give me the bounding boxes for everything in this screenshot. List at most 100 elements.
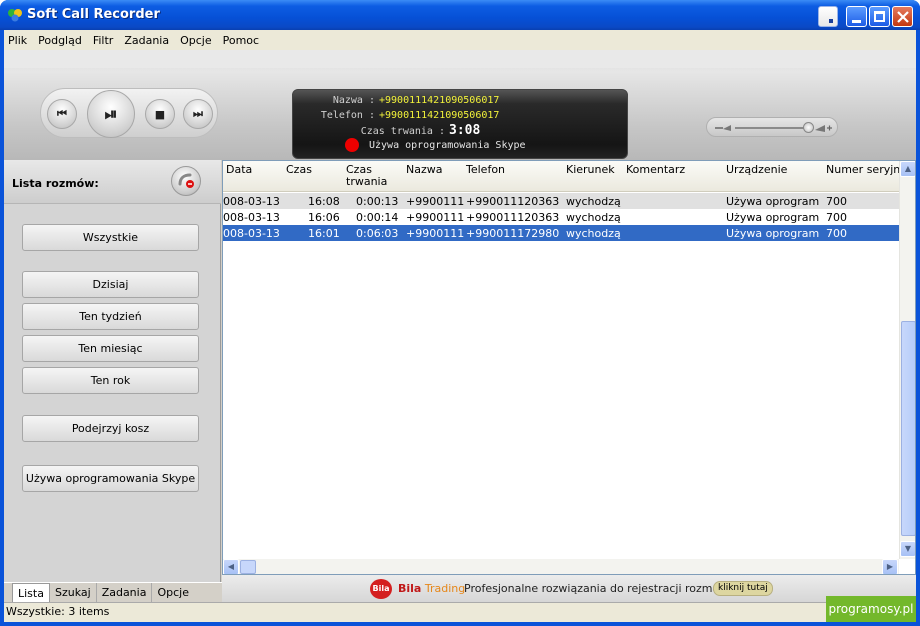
display-phone-value: +99001114210905060​17 — [379, 110, 500, 121]
scroll-right-icon: ▶ — [886, 562, 894, 571]
scroll-up-icon: ▲ — [904, 164, 912, 173]
call-list-panel: Lista rozmów: Wszystkie Dzisiaj Ten tydz… — [4, 160, 221, 604]
title-bar[interactable]: Soft Call Recorder — [0, 0, 920, 30]
filter-month-button[interactable]: Ten miesiąc — [22, 335, 199, 362]
next-icon: ⏭ — [193, 107, 203, 120]
vertical-scrollbar[interactable]: ▲ ▼ — [899, 161, 915, 559]
play-pause-button[interactable]: ⏯ — [87, 90, 135, 138]
filter-year-button[interactable]: Ten rok — [22, 367, 199, 394]
display-phone-row: Telefon : +99001114210905060​17 — [313, 110, 500, 121]
call-info-display: Nazwa : +99001114210905060​17 Telefon : +9… — [292, 89, 628, 159]
close-icon — [897, 11, 909, 23]
cell-phone: +990011120363 — [466, 195, 560, 208]
cell-time: 16:08 — [308, 195, 340, 208]
cell-serial: 700 — [826, 227, 847, 240]
app-logo-icon — [8, 9, 22, 22]
promo-brand-a: Bila — [398, 582, 422, 595]
scroll-down-icon: ▼ — [904, 544, 912, 553]
client-area: Plik Podgląd Filtr Zadania Opcje Pomoc ⏮… — [4, 30, 916, 622]
promo-link-button[interactable]: kliknij tutaj — [713, 581, 773, 596]
column-header-comment[interactable]: Komentarz — [626, 164, 685, 176]
table-row-selected[interactable]: 008-03-13 16:01 0:06:03 +9900111 +990011… — [223, 225, 899, 241]
scroll-up-button[interactable]: ▲ — [900, 161, 915, 177]
horizontal-scroll-thumb[interactable] — [240, 560, 256, 574]
cell-time: 16:01 — [308, 227, 340, 240]
display-name-row: Nazwa : +99001114210905060​17 — [313, 95, 500, 106]
maximize-icon — [874, 11, 885, 22]
cell-direction: wychodzą — [566, 211, 621, 224]
vertical-scroll-thumb[interactable] — [901, 321, 915, 536]
promo-banner: Bila Bila Trading Profesjonalne rozwiąza… — [222, 575, 916, 602]
tab-szukaj[interactable]: Szukaj — [50, 582, 97, 603]
volume-control[interactable] — [706, 117, 838, 137]
cell-time: 16:06 — [308, 211, 340, 224]
help-icon — [829, 19, 833, 23]
menu-filtr[interactable]: Filtr — [93, 34, 113, 47]
cell-date: 008-03-13 — [223, 227, 280, 240]
horizontal-scrollbar[interactable]: ◀ ▶ — [223, 559, 899, 574]
cell-phone: +990011120363 — [466, 211, 560, 224]
volume-slider-thumb[interactable] — [803, 122, 814, 133]
status-bar: Wszystkie: 3 items — [4, 602, 916, 622]
help-button[interactable] — [818, 6, 838, 27]
display-name-value: +99001114210905060​17 — [379, 95, 500, 106]
menu-podglad[interactable]: Podgląd — [38, 34, 82, 47]
tab-opcje[interactable]: Opcje — [152, 583, 194, 603]
volume-track — [735, 127, 811, 129]
menu-plik[interactable]: Plik — [8, 34, 27, 47]
display-status: Używa oprogramowania Skype — [369, 140, 526, 151]
display-duration-label: Czas trwania : — [360, 126, 445, 137]
column-header-date[interactable]: Data — [226, 164, 252, 176]
window-title: Soft Call Recorder — [27, 7, 160, 22]
column-header-phone[interactable]: Telefon — [466, 164, 505, 176]
play-pause-icon: ⏯ — [104, 104, 118, 123]
minimize-button[interactable] — [846, 6, 867, 27]
filter-today-button[interactable]: Dzisiaj — [22, 271, 199, 298]
display-phone-label: Telefon : — [320, 110, 375, 121]
menu-bar: Plik Podgląd Filtr Zadania Opcje Pomoc — [4, 30, 916, 50]
cell-duration: 0:06:03 — [356, 227, 399, 240]
cell-device: Używa oprogram — [726, 227, 820, 240]
menu-zadania[interactable]: Zadania — [124, 34, 169, 47]
tab-lista[interactable]: Lista — [12, 582, 50, 603]
watermark: programosy.pl — [826, 596, 916, 622]
table-row[interactable]: 008-03-13 16:06 0:00:14 +9900111 +990011… — [223, 209, 899, 225]
scroll-down-button[interactable]: ▼ — [900, 541, 915, 557]
cell-date: 008-03-13 — [223, 195, 280, 208]
record-indicator-icon — [345, 138, 359, 152]
table-row[interactable]: 008-03-13 16:08 0:00:13 +9900111 +990011… — [223, 193, 899, 209]
menu-pomoc[interactable]: Pomoc — [223, 34, 259, 47]
previous-icon: ⏮ — [57, 107, 67, 120]
column-header-direction[interactable]: Kierunek — [566, 164, 615, 176]
menu-opcje[interactable]: Opcje — [180, 34, 212, 47]
column-header-serial[interactable]: Numer seryjny — [826, 164, 907, 176]
player-toolbar: ⏮ ⏯ ■ ⏭ Nazwa : +99001114210905060​17 Tel… — [4, 50, 916, 160]
cell-name: +9900111 — [406, 211, 464, 224]
filter-skype-button[interactable]: Używa oprogramowania Skype — [22, 465, 199, 492]
minimize-icon — [852, 20, 861, 23]
scroll-right-button[interactable]: ▶ — [882, 559, 898, 574]
tab-zadania[interactable]: Zadania — [97, 582, 153, 603]
cell-device: Używa oprogram — [726, 211, 820, 224]
view-trash-button[interactable]: Podejrzyj kosz — [22, 415, 199, 442]
display-duration-value: 3:08 — [449, 123, 481, 138]
maximize-button[interactable] — [869, 6, 890, 27]
column-header-name[interactable]: Nazwa — [406, 164, 442, 176]
close-button[interactable] — [892, 6, 913, 27]
column-header-duration[interactable]: Czas trwania — [346, 164, 390, 188]
filter-all-button[interactable]: Wszystkie — [22, 224, 199, 251]
next-button[interactable]: ⏭ — [183, 99, 213, 129]
cell-serial: 700 — [826, 211, 847, 224]
stop-button[interactable]: ■ — [145, 99, 175, 129]
volume-low-icon — [715, 125, 731, 131]
filter-week-button[interactable]: Ten tydzień — [22, 303, 199, 330]
previous-button[interactable]: ⏮ — [47, 99, 77, 129]
column-header-time[interactable]: Czas — [286, 164, 312, 176]
promo-brand: Bila Trading — [398, 582, 465, 595]
delete-call-button[interactable] — [171, 166, 201, 196]
scroll-left-button[interactable]: ◀ — [223, 559, 239, 574]
stop-icon: ■ — [154, 107, 166, 121]
cell-date: 008-03-13 — [223, 211, 280, 224]
column-header-device[interactable]: Urządzenie — [726, 164, 787, 176]
cell-direction: wychodzą — [566, 195, 621, 208]
